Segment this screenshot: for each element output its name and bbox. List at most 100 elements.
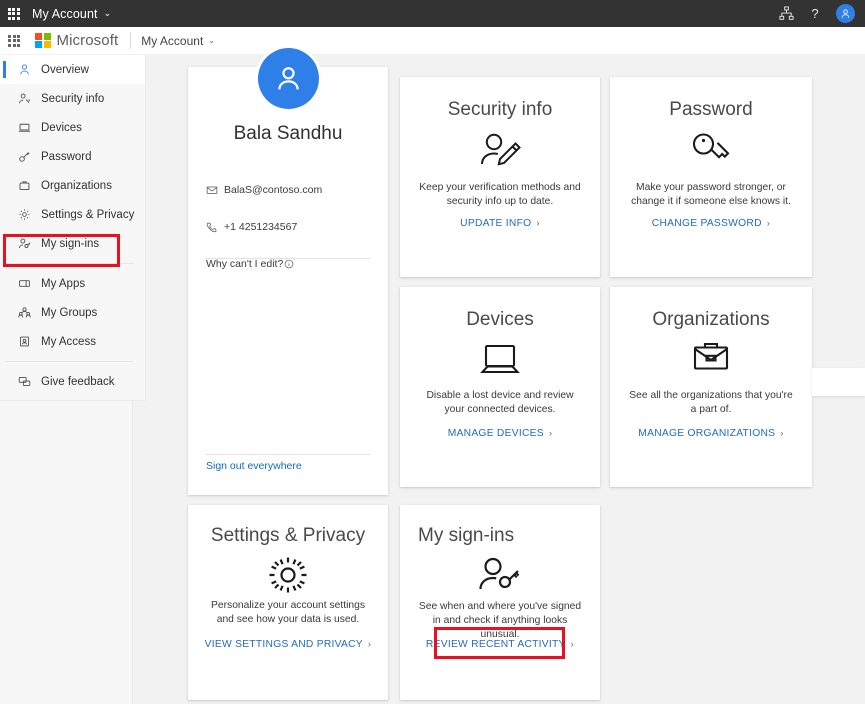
- help-question-icon[interactable]: ?: [808, 6, 822, 21]
- microsoft-header-bar: Microsoft My Account ⌄: [0, 27, 865, 55]
- tile-title: Settings & Privacy: [188, 525, 388, 547]
- person-edit-icon: [400, 131, 600, 171]
- sidebar-item-devices[interactable]: Devices: [0, 113, 145, 142]
- manage-organizations-label: MANAGE ORGANIZATIONS: [638, 428, 775, 439]
- sidebar-item-give-feedback[interactable]: Give feedback: [0, 367, 145, 396]
- sidebar-item-password[interactable]: Password: [0, 142, 145, 171]
- sidebar-item-label: My Access: [41, 336, 96, 348]
- sidebar-item-organizations[interactable]: Organizations: [0, 171, 145, 200]
- profile-name: Bala Sandhu: [188, 123, 388, 145]
- sidebar-item-label: My Groups: [41, 307, 97, 319]
- sidebar-item-label: Devices: [41, 122, 82, 134]
- info-circle-icon: [284, 259, 294, 269]
- avatar[interactable]: [836, 4, 855, 23]
- profile-card: Bala Sandhu BalaS@contoso.com +1 4251234…: [188, 67, 388, 495]
- change-password-label: CHANGE PASSWORD: [652, 218, 762, 229]
- key-icon: [18, 150, 36, 163]
- review-recent-activity-link[interactable]: REVIEW RECENT ACTIVITY ›: [400, 639, 600, 650]
- sidebar-item-label: Organizations: [41, 180, 112, 192]
- sign-out-everywhere-link[interactable]: Sign out everywhere: [206, 460, 302, 472]
- tile-description: Make your password stronger, or change i…: [626, 181, 796, 209]
- svg-text:?: ?: [811, 6, 818, 21]
- profile-phone: +1 4251234567: [224, 221, 297, 233]
- avatar: [258, 48, 319, 109]
- person-key-icon: [18, 237, 36, 250]
- phone-icon: [206, 221, 222, 233]
- manage-devices-link[interactable]: MANAGE DEVICES ›: [400, 428, 600, 439]
- profile-avatar-ring: [255, 45, 322, 112]
- sidebar-item-my-sign-ins[interactable]: My sign-ins: [0, 229, 145, 258]
- org-chart-icon[interactable]: [779, 6, 794, 21]
- gear-icon: [18, 208, 36, 221]
- tile-password[interactable]: Password Make your password stronger, or…: [610, 77, 812, 277]
- apps-panel-icon: [18, 277, 36, 290]
- topbar-home-group[interactable]: My Account ⌄: [0, 0, 111, 27]
- sidebar-item-label: Overview: [41, 64, 89, 76]
- chevron-right-icon: ›: [549, 428, 552, 439]
- why-cant-i-edit-label: Why can't I edit?: [206, 258, 283, 270]
- tile-description: Personalize your account settings and se…: [204, 599, 372, 627]
- app-launcher-icon[interactable]: [0, 0, 27, 27]
- laptop-icon: [18, 121, 36, 134]
- tile-organizations[interactable]: Organizations See all the organizations …: [610, 287, 812, 487]
- tile-my-sign-ins[interactable]: My sign-ins See when and where you've si…: [400, 505, 600, 700]
- tile-title: Devices: [400, 309, 600, 331]
- tile-description: Keep your verification methods and secur…: [416, 181, 584, 209]
- topbar-actions: ?: [779, 4, 865, 23]
- update-info-label: UPDATE INFO: [460, 218, 531, 229]
- access-badge-icon: [18, 335, 36, 348]
- sidebar-divider: [6, 263, 133, 264]
- view-settings-privacy-link[interactable]: VIEW SETTINGS AND PRIVACY ›: [188, 639, 388, 650]
- chevron-right-icon: ›: [536, 218, 539, 229]
- tile-settings-privacy[interactable]: Settings & Privacy Personalize your acco…: [188, 505, 388, 700]
- tile-description: See when and where you've signed in and …: [416, 600, 584, 642]
- sidebar-navigation: Overview Security info Devices Password: [0, 55, 146, 400]
- sidebar-item-overview[interactable]: Overview: [0, 55, 145, 84]
- sidebar-divider: [6, 361, 133, 362]
- sidebar-item-settings-privacy[interactable]: Settings & Privacy: [0, 200, 145, 229]
- sidebar-item-security-info[interactable]: Security info: [0, 84, 145, 113]
- microsoft-logo[interactable]: Microsoft: [35, 32, 118, 49]
- chevron-down-icon[interactable]: ⌄: [104, 8, 112, 19]
- chevron-right-icon: ›: [780, 428, 783, 439]
- chevron-right-icon: ›: [368, 639, 371, 650]
- my-account-label: My Account: [141, 34, 203, 48]
- tile-security-info[interactable]: Security info Keep your verification met…: [400, 77, 600, 277]
- chevron-down-icon: ⌄: [208, 36, 215, 45]
- why-cant-i-edit-link[interactable]: Why can't I edit?: [206, 258, 294, 270]
- my-account-menu[interactable]: My Account ⌄: [141, 34, 215, 48]
- briefcase-icon: [18, 179, 36, 192]
- sidebar-item-my-groups[interactable]: My Groups: [0, 298, 145, 327]
- manage-organizations-link[interactable]: MANAGE ORGANIZATIONS ›: [610, 428, 812, 439]
- chevron-right-icon: ›: [571, 639, 574, 650]
- sidebar-item-my-apps[interactable]: My Apps: [0, 269, 145, 298]
- update-info-link[interactable]: UPDATE INFO ›: [400, 218, 600, 229]
- feedback-icon: [18, 375, 36, 388]
- briefcase-icon: [610, 340, 812, 376]
- app-launcher-icon[interactable]: [0, 35, 28, 47]
- tile-devices[interactable]: Devices Disable a lost device and review…: [400, 287, 600, 487]
- view-settings-privacy-label: VIEW SETTINGS AND PRIVACY: [205, 639, 363, 650]
- top-navigation-bar: My Account ⌄ ?: [0, 0, 865, 27]
- sidebar-item-label: Password: [41, 151, 92, 163]
- review-recent-activity-label: REVIEW RECENT ACTIVITY: [426, 639, 566, 650]
- manage-devices-label: MANAGE DEVICES: [448, 428, 544, 439]
- person-key-icon: [400, 555, 600, 597]
- profile-divider-bottom: [206, 454, 370, 455]
- profile-email: BalaS@contoso.com: [224, 184, 322, 196]
- microsoft-logo-squares-icon: [35, 33, 51, 49]
- sidebar-item-label: Settings & Privacy: [41, 209, 134, 221]
- gear-icon: [188, 553, 388, 597]
- sidebar-item-label: Give feedback: [41, 376, 115, 388]
- topbar-title: My Account: [32, 7, 98, 21]
- tile-title: Password: [610, 99, 812, 121]
- change-password-link[interactable]: CHANGE PASSWORD›: [610, 218, 812, 229]
- microsoft-brand-text: Microsoft: [57, 32, 119, 49]
- person-shield-icon: [18, 92, 36, 105]
- header-divider: [130, 32, 131, 49]
- sidebar-item-label: My sign-ins: [41, 238, 99, 250]
- sidebar-item-my-access[interactable]: My Access: [0, 327, 145, 356]
- sidebar-item-label: Security info: [41, 93, 104, 105]
- key-icon: [610, 129, 812, 169]
- tile-title: Security info: [400, 99, 600, 121]
